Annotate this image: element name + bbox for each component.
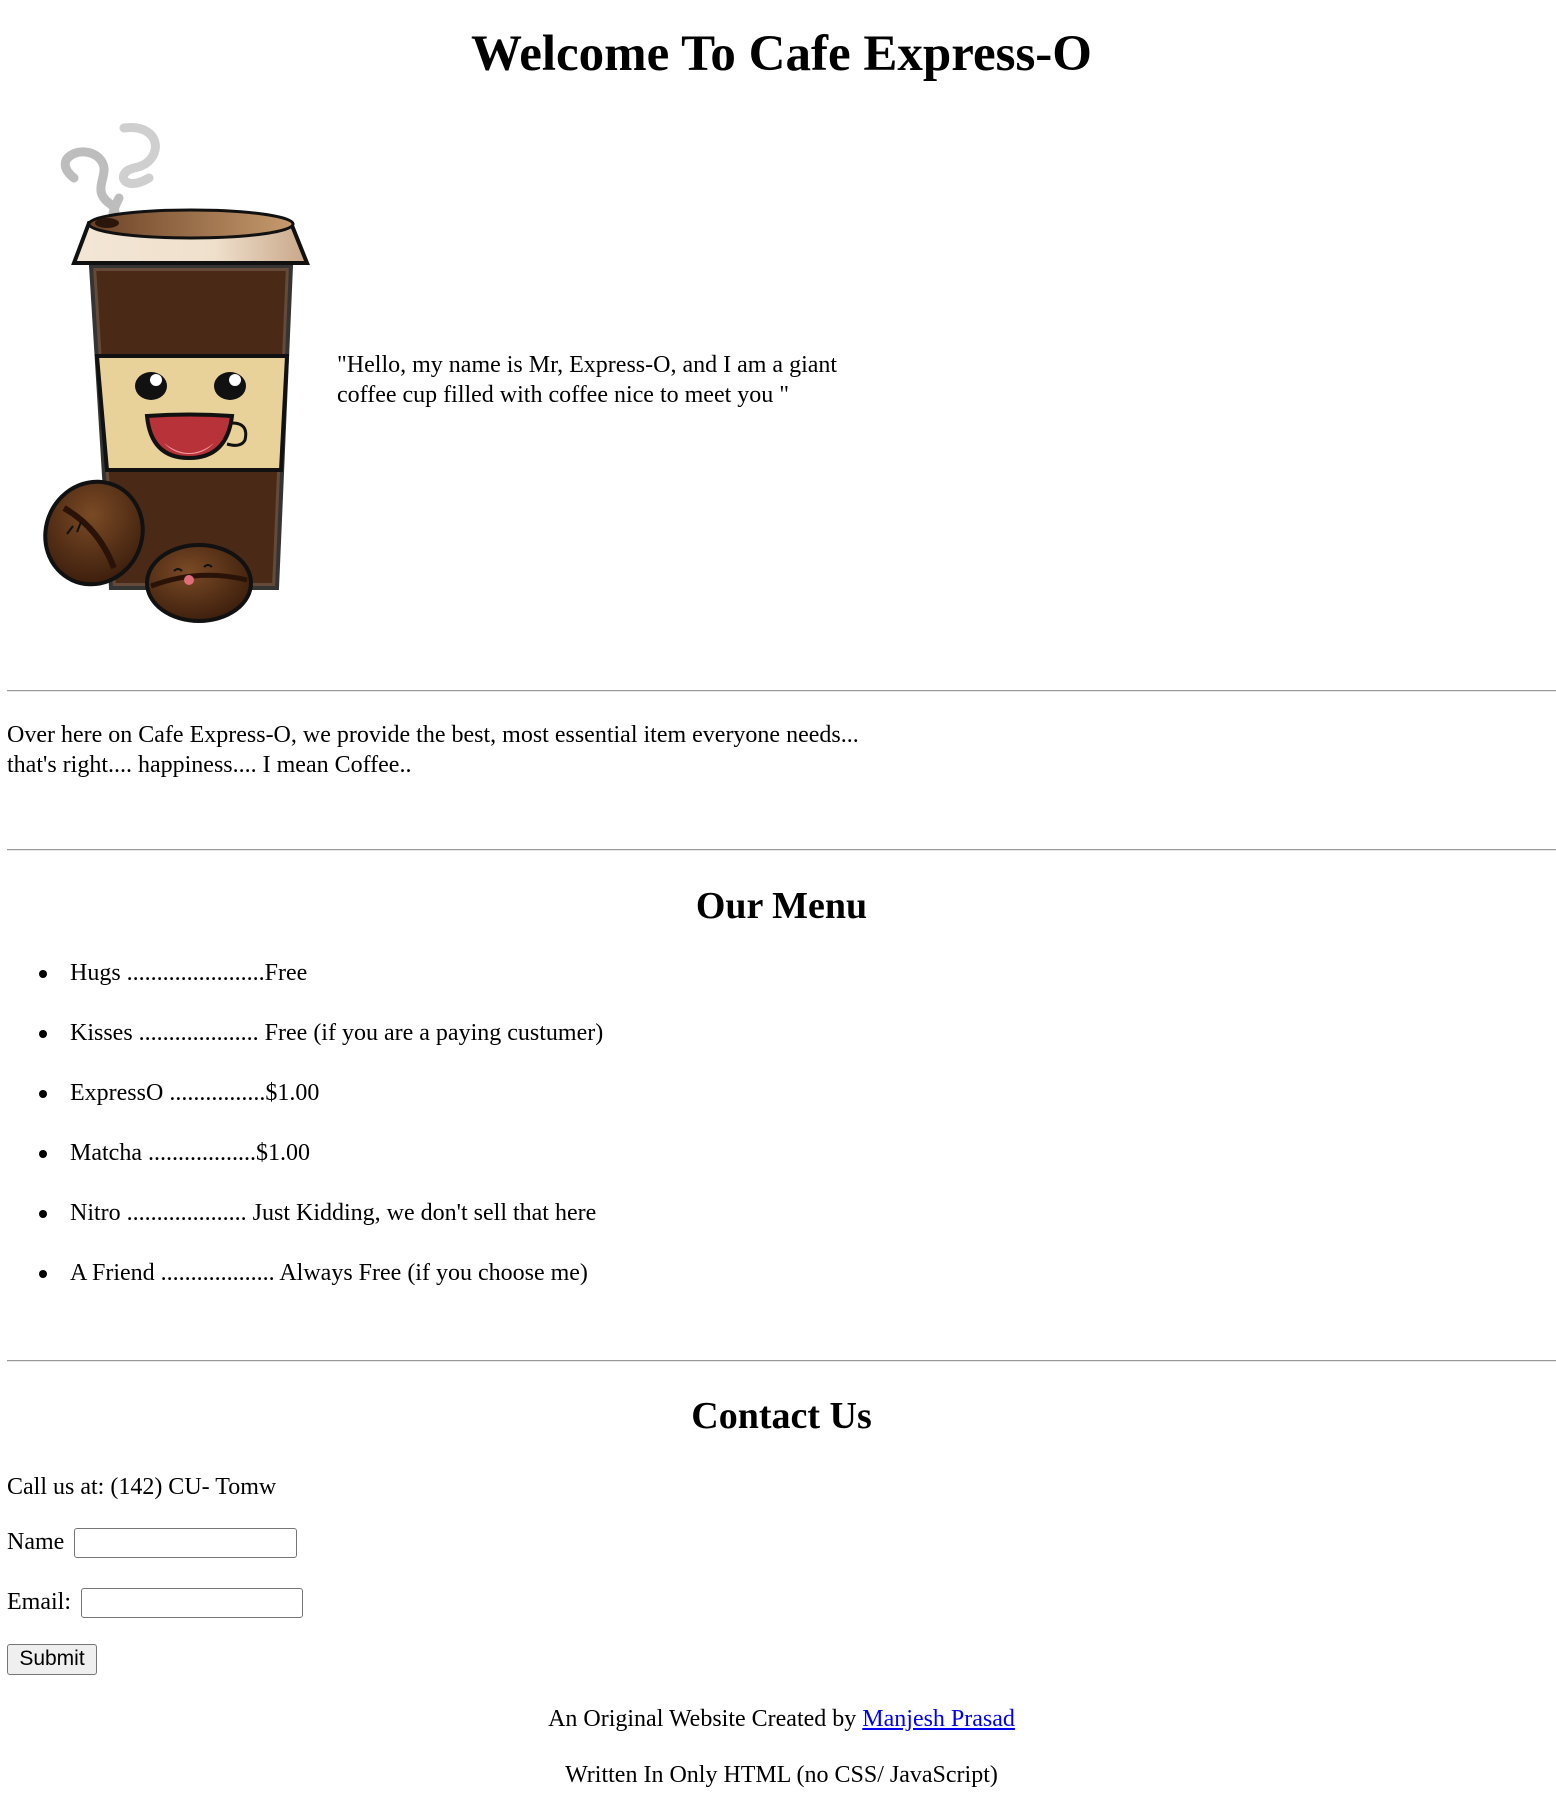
bullet-icon (39, 1030, 47, 1038)
contact-heading: Contact Us (691, 1395, 872, 1437)
bullet-icon (39, 1150, 47, 1158)
submit-button[interactable]: Submit (7, 1644, 97, 1675)
credit-prefix: An Original Website Created by (548, 1706, 863, 1732)
name-field[interactable] (74, 1528, 298, 1559)
credit-line: An Original Website Created by Manjesh P… (7, 1704, 1556, 1734)
menu-item-text: Nitro .................... Just Kidding,… (70, 1200, 597, 1226)
bullet-icon (39, 1090, 47, 1098)
menu-item-text: Kisses .................... Free (if you… (70, 1020, 604, 1046)
menu-item: A Friend ................... Always Free… (7, 1258, 603, 1288)
divider (7, 690, 1556, 692)
email-label: Email: (7, 1589, 71, 1615)
menu-item-text: Matcha ..................$1.00 (70, 1140, 310, 1166)
bullet-icon (39, 1270, 47, 1278)
phone-line: Call us at: (142) CU- Tomw (7, 1474, 277, 1500)
menu-item: Kisses .................... Free (if you… (7, 1018, 603, 1048)
email-row: Email: (7, 1587, 303, 1619)
menu-item: Nitro .................... Just Kidding,… (7, 1198, 603, 1228)
html-note: Written In Only HTML (no CSS/ JavaScript… (565, 1762, 998, 1788)
intro-paragraph: Over here on Cafe Express-O, we provide … (7, 720, 967, 780)
email-field[interactable] (80, 1588, 303, 1619)
mascot-image (43, 123, 310, 623)
mascot-quote: "Hello, my name is Mr, Express-O, and I … (337, 350, 897, 410)
divider (7, 1360, 1556, 1362)
menu-heading: Our Menu (695, 885, 868, 927)
menu-item: Matcha ..................$1.00 (7, 1138, 603, 1168)
intro-line-1: Over here on Cafe Express-O, we provide … (7, 722, 859, 748)
bullet-icon (39, 970, 47, 978)
quote-line-1: "Hello, my name is Mr, Express-O, and I … (337, 352, 838, 378)
menu-item-text: A Friend ................... Always Free… (70, 1260, 588, 1286)
menu-item-text: Hugs .......................Free (70, 960, 308, 986)
menu-item: ExpressO ................$1.00 (7, 1078, 603, 1108)
coffee-cup-mascot-icon (29, 118, 339, 628)
name-label: Name (7, 1529, 65, 1555)
intro-line-2: that's right.... happiness.... I mean Co… (7, 752, 412, 778)
name-row: Name (7, 1527, 298, 1559)
quote-line-2: coffee cup filled with coffee nice to me… (337, 382, 790, 408)
author-link[interactable]: Manjesh Prasad (862, 1706, 1015, 1732)
menu-item-text: ExpressO ................$1.00 (70, 1080, 320, 1106)
menu-list: Hugs .......................Free Kisses … (7, 958, 603, 1318)
page-title: Welcome To Cafe Express-O (471, 26, 1092, 82)
menu-item: Hugs .......................Free (7, 958, 603, 988)
bullet-icon (39, 1210, 47, 1218)
divider (7, 849, 1556, 851)
